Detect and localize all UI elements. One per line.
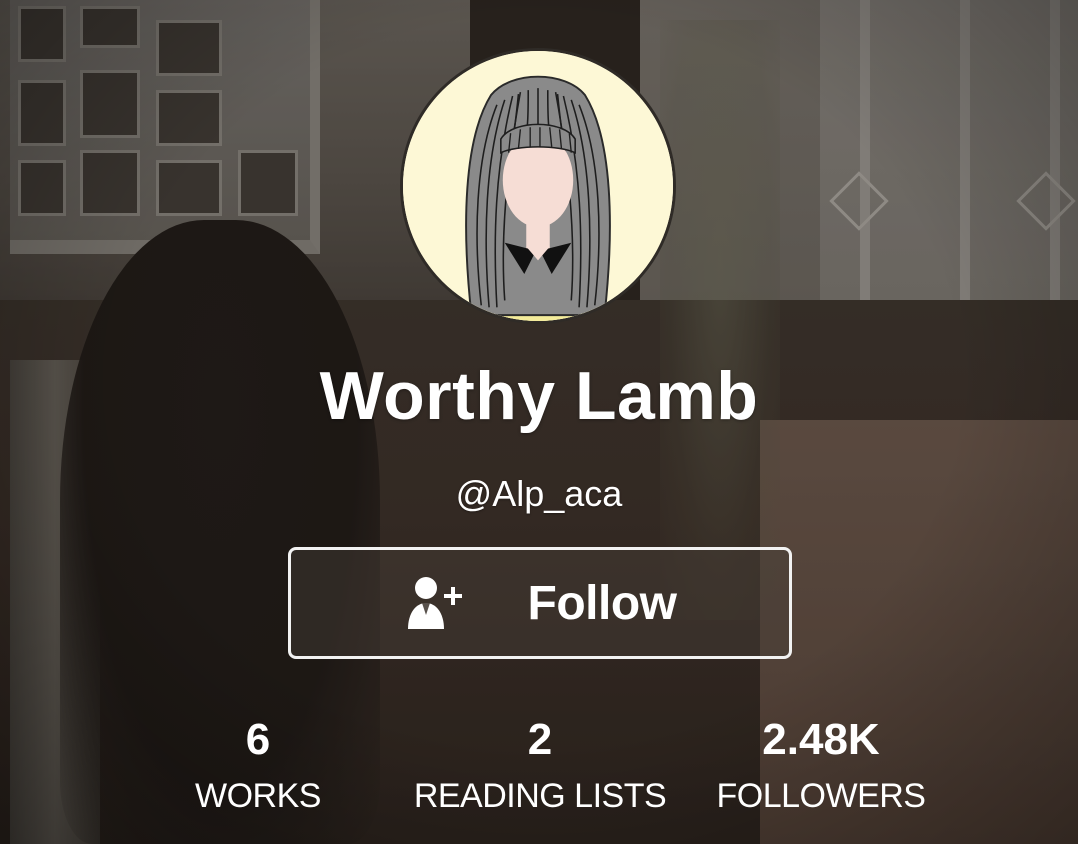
stat-followers[interactable]: 2.48K FOLLOWERS — [671, 712, 971, 824]
stat-count: 2 — [527, 715, 553, 764]
stat-label: WORKS — [195, 777, 321, 815]
stat-label: FOLLOWERS — [716, 777, 926, 815]
follow-button-label: Follow — [527, 576, 677, 630]
stat-reading-lists[interactable]: 2 READING LISTS — [390, 712, 690, 824]
profile-display-name: Worthy Lamb — [319, 358, 759, 434]
profile-stats: 6 WORKS 2 READING LISTS 2.48K FOLLOWERS — [0, 712, 1078, 832]
stat-label: READING LISTS — [413, 777, 667, 815]
stat-count: 6 — [245, 715, 271, 764]
profile-username: @Alp_aca — [455, 473, 623, 514]
follow-button[interactable]: Follow — [288, 547, 792, 659]
stat-count: 2.48K — [762, 715, 880, 764]
profile-header: Worthy Lamb @Alp_aca Follow 6 WORKS 2 RE… — [0, 0, 1078, 844]
stat-works[interactable]: 6 WORKS — [108, 712, 408, 824]
avatar[interactable] — [400, 48, 676, 324]
avatar-girl-illustration-icon — [403, 51, 673, 321]
add-user-icon — [404, 573, 470, 633]
